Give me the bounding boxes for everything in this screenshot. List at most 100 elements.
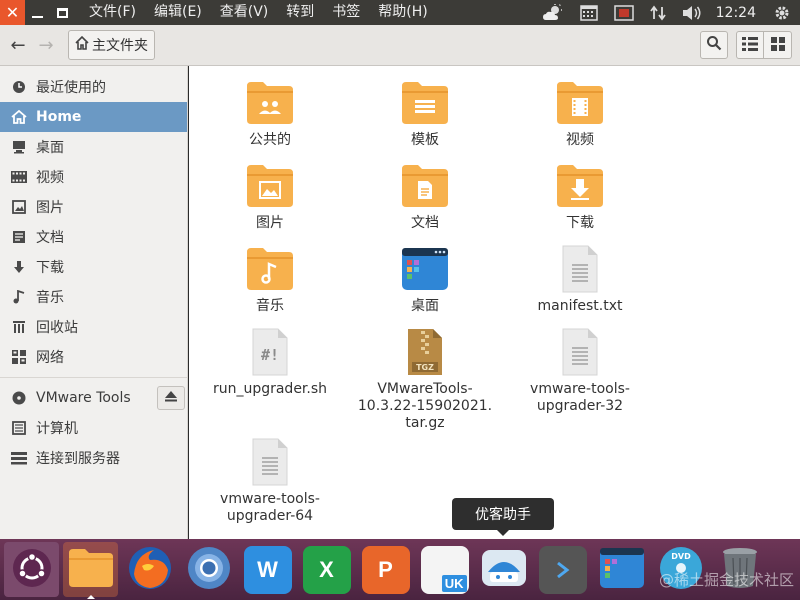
- menu-file[interactable]: 文件(F): [83, 0, 142, 25]
- file-item-upgrader-64[interactable]: vmware-tools- upgrader-64: [200, 435, 340, 525]
- file-label: manifest.txt: [537, 298, 623, 314]
- server-icon: [10, 451, 28, 465]
- sidebar-item-connect-server[interactable]: 连接到服务器: [0, 443, 187, 473]
- sidebar: 最近使用的 Home 桌面 视频 图片 文档 下载 音乐 回收站 网络 VMwa…: [0, 66, 188, 539]
- dock-chromium-button[interactable]: [181, 542, 236, 597]
- file-label: 图片: [256, 215, 284, 231]
- menu-go[interactable]: 转到: [280, 0, 320, 25]
- back-button[interactable]: ←: [4, 31, 32, 59]
- computer-icon: [10, 421, 28, 435]
- software-center-badge: UK: [441, 574, 467, 592]
- file-item-templates[interactable]: 模板: [355, 76, 495, 149]
- file-item-downloads[interactable]: 下载: [510, 159, 650, 232]
- close-button[interactable]: ✕: [0, 0, 25, 25]
- picture-icon: [10, 200, 28, 214]
- sidebar-item-vmware-tools[interactable]: VMware Tools: [0, 383, 187, 413]
- toolbar-right: [700, 31, 792, 59]
- pictures-folder-icon: [243, 159, 297, 213]
- sidebar-item-label: 下载: [36, 260, 64, 276]
- network-icon[interactable]: [649, 5, 666, 21]
- dock-files-button[interactable]: [63, 542, 118, 599]
- terminal-icon: [538, 545, 587, 594]
- sidebar-item-videos[interactable]: 视频: [0, 162, 187, 192]
- grid-view-button[interactable]: [764, 31, 792, 59]
- sidebar-divider: [0, 377, 187, 378]
- text-file-icon: [243, 435, 297, 489]
- file-item-videos[interactable]: 视频: [510, 76, 650, 149]
- file-item-music[interactable]: 音乐: [200, 242, 340, 315]
- wps-presentation-icon: P: [361, 545, 410, 594]
- dock-workspace-button[interactable]: [594, 542, 649, 597]
- sidebar-item-label: 文档: [36, 230, 64, 246]
- record-icon[interactable]: [613, 4, 634, 21]
- close-icon: ✕: [5, 3, 20, 22]
- dock-tooltip: 优客助手: [452, 498, 554, 530]
- file-label: 下载: [566, 215, 594, 231]
- maximize-icon: [57, 7, 68, 18]
- minimize-button[interactable]: [25, 0, 50, 25]
- wps-writer-icon: W: [243, 545, 292, 594]
- shebang-badge: #!: [261, 346, 279, 364]
- trash-icon: [10, 320, 28, 334]
- menu-bookmarks[interactable]: 书签: [326, 0, 366, 25]
- dock-terminal-button[interactable]: [535, 542, 590, 597]
- clock[interactable]: 12:24: [716, 5, 756, 21]
- menu-view[interactable]: 查看(V): [214, 0, 275, 25]
- clock-icon: [10, 80, 28, 94]
- sidebar-item-desktop[interactable]: 桌面: [0, 132, 187, 162]
- dock-software-center-button[interactable]: UK: [417, 542, 472, 597]
- sidebar-item-music[interactable]: 音乐: [0, 282, 187, 312]
- dock-wps-writer-button[interactable]: W: [240, 542, 295, 597]
- home-icon: [10, 110, 28, 124]
- gear-icon[interactable]: [774, 5, 790, 21]
- search-button[interactable]: [700, 31, 728, 59]
- file-label: 桌面: [411, 298, 439, 314]
- eject-icon: [165, 390, 177, 406]
- download-icon: [10, 260, 28, 274]
- file-label: run_upgrader.sh: [212, 381, 328, 397]
- disc-icon: [10, 391, 28, 405]
- public-folder-icon: [243, 76, 297, 130]
- window-controls: ✕: [0, 0, 75, 25]
- eject-button[interactable]: [157, 386, 185, 410]
- file-item-vmwaretools-archive[interactable]: TGZ VMwareTools- 10.3.22-15902021. tar.g…: [355, 325, 495, 432]
- file-item-upgrader-32[interactable]: vmware-tools- upgrader-32: [510, 325, 650, 415]
- home-icon: [75, 35, 89, 54]
- sidebar-item-computer[interactable]: 计算机: [0, 413, 187, 443]
- sidebar-item-pictures[interactable]: 图片: [0, 192, 187, 222]
- file-item-public[interactable]: 公共的: [200, 76, 340, 149]
- file-item-documents[interactable]: 文档: [355, 159, 495, 232]
- file-item-manifest[interactable]: manifest.txt: [510, 242, 650, 315]
- weather-icon[interactable]: [542, 3, 564, 22]
- sidebar-item-home[interactable]: Home: [0, 102, 187, 132]
- watermark: @稀土掘金技术社区: [658, 571, 794, 589]
- menu-edit[interactable]: 编辑(E): [148, 0, 208, 25]
- sidebar-item-documents[interactable]: 文档: [0, 222, 187, 252]
- maximize-button[interactable]: [50, 0, 75, 25]
- desktop-icon: [10, 140, 28, 154]
- list-view-button[interactable]: [736, 31, 764, 59]
- sidebar-item-recent[interactable]: 最近使用的: [0, 72, 187, 102]
- path-home-button[interactable]: 主文件夹: [68, 30, 155, 60]
- file-item-desktop[interactable]: 桌面: [355, 242, 495, 315]
- sidebar-item-downloads[interactable]: 下载: [0, 252, 187, 282]
- wps-presentation-letter: P: [378, 556, 393, 582]
- dock-ubuntu-button[interactable]: [4, 542, 59, 597]
- sidebar-item-label: 回收站: [36, 320, 78, 336]
- file-item-pictures[interactable]: 图片: [200, 159, 340, 232]
- sidebar-item-trash[interactable]: 回收站: [0, 312, 187, 342]
- calendar-icon[interactable]: [579, 4, 598, 21]
- sidebar-item-label: Home: [36, 109, 82, 125]
- downloads-folder-icon: [553, 159, 607, 213]
- sidebar-item-label: 计算机: [36, 421, 78, 437]
- volume-icon[interactable]: [682, 5, 702, 21]
- menu-help[interactable]: 帮助(H): [372, 0, 433, 25]
- sidebar-item-network[interactable]: 网络: [0, 342, 187, 372]
- dock-wps-presentation-button[interactable]: P: [358, 542, 413, 597]
- dock-firefox-button[interactable]: [122, 542, 177, 597]
- dock-wps-spreadsheet-button[interactable]: X: [299, 542, 354, 597]
- forward-button[interactable]: →: [32, 31, 60, 59]
- dock-youker-assistant-button[interactable]: [476, 542, 531, 597]
- file-item-run-upgrader[interactable]: #! run_upgrader.sh: [200, 325, 340, 398]
- tooltip-arrow: [497, 530, 509, 536]
